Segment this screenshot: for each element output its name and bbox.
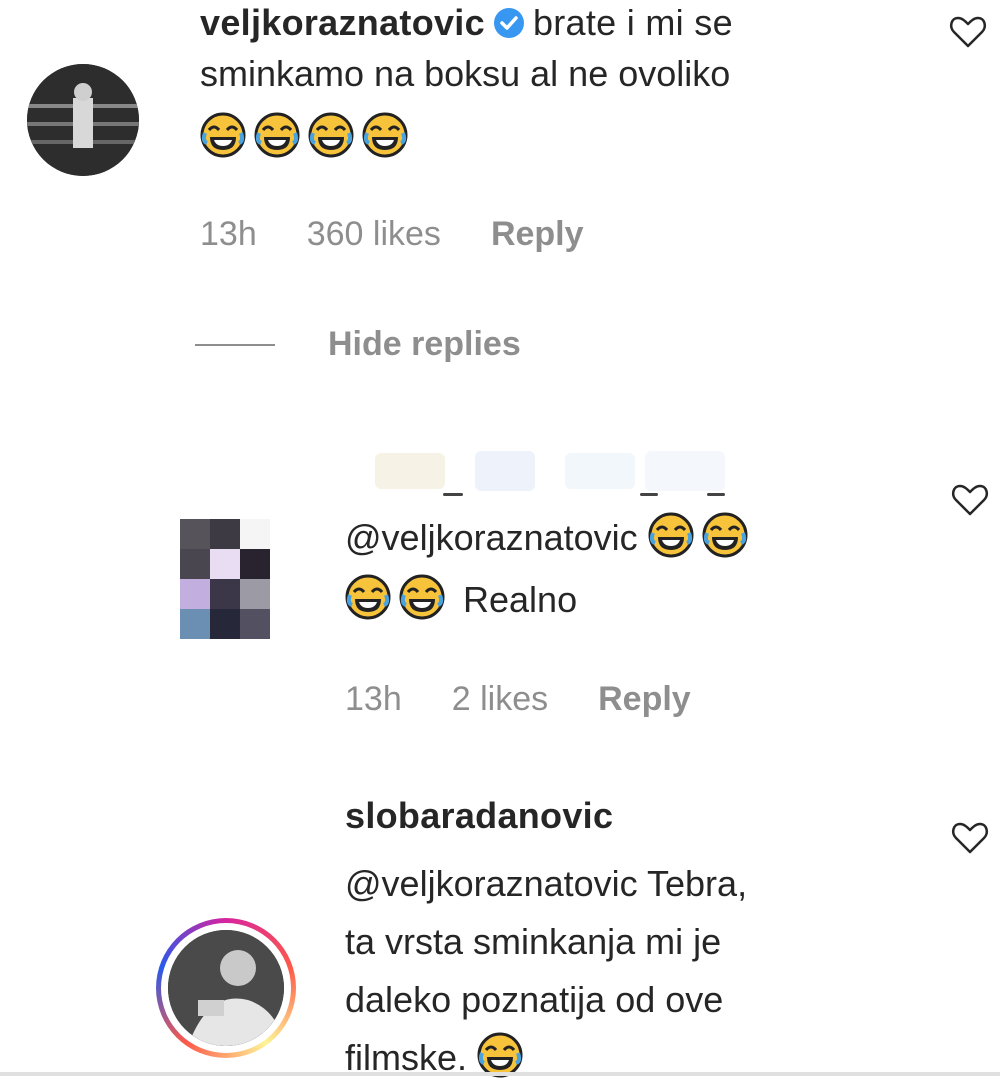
reply-button[interactable]: Reply: [598, 680, 691, 718]
avatar-photo: [27, 64, 139, 176]
avatar: [168, 930, 284, 1046]
reply-mention[interactable]: @veljkoraznatovic: [345, 517, 638, 558]
comment-meta: 13h 360 likes Reply: [200, 215, 634, 254]
reply-text-line2: ta vrsta sminkanja mi je: [345, 921, 722, 962]
reply-username[interactable]: slobaradanovic: [345, 795, 613, 837]
heart-icon[interactable]: [948, 12, 988, 52]
hide-replies-divider: [195, 344, 275, 346]
avatar[interactable]: [27, 64, 139, 176]
comment-time[interactable]: 13h: [200, 215, 257, 253]
face-with-tears-of-joy-icon: [200, 112, 246, 158]
avatar-story-ring[interactable]: [156, 918, 296, 1058]
avatar[interactable]: [180, 519, 272, 639]
face-with-tears-of-joy-icon: [702, 512, 748, 558]
face-with-tears-of-joy-icon: [345, 574, 391, 620]
reply-text-tail: Realno: [463, 579, 578, 620]
face-with-tears-of-joy-icon: [254, 112, 300, 158]
face-with-tears-of-joy-icon: [362, 112, 408, 158]
reply-text-line1: @veljkoraznatovic: [345, 509, 756, 567]
comment-text-line1: brate i mi se: [532, 2, 733, 43]
heart-icon[interactable]: [950, 818, 990, 858]
reply-time[interactable]: 13h: [345, 680, 402, 718]
comment-text-line2: sminkamo na boksu al ne ovoliko: [200, 53, 731, 94]
reply-likes[interactable]: 2 likes: [452, 680, 548, 718]
comment-emoji-row: [200, 112, 416, 158]
obscured-username[interactable]: [345, 445, 765, 505]
avatar-photo: [168, 930, 284, 1046]
reply-button[interactable]: Reply: [491, 215, 584, 253]
face-with-tears-of-joy-icon: [648, 512, 694, 558]
reply-text-line2: Realno: [345, 571, 577, 629]
verified-badge-icon: [493, 8, 524, 38]
face-with-tears-of-joy-icon: [399, 574, 445, 620]
bottom-border: [0, 1072, 1000, 1076]
reply-text-line1: @veljkoraznatovic Tebra,: [345, 863, 748, 904]
face-with-tears-of-joy-icon: [308, 112, 354, 158]
hide-replies-button[interactable]: Hide replies: [328, 325, 521, 364]
comment-username[interactable]: veljkoraznatovic: [200, 2, 485, 43]
reply-text-line3: daleko poznatija od ove: [345, 979, 724, 1020]
reply-text-line4: filmske.: [345, 1029, 531, 1087]
comment-likes[interactable]: 360 likes: [307, 215, 441, 253]
reply-meta: 13h 2 likes Reply: [345, 680, 741, 719]
heart-icon[interactable]: [950, 480, 990, 520]
